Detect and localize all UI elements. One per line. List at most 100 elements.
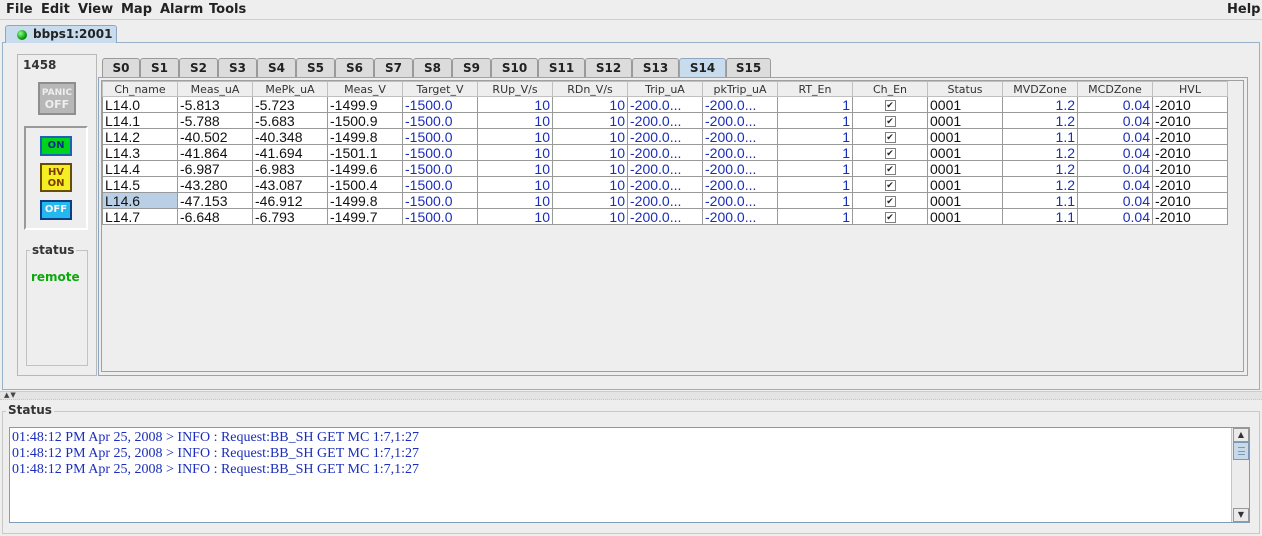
ch-en-cell[interactable]: ✔	[852, 176, 928, 193]
table-cell[interactable]: 0.04	[1077, 208, 1153, 225]
table-cell[interactable]: 0.04	[1077, 144, 1153, 161]
table-cell[interactable]: L14.7	[102, 208, 178, 225]
table-cell[interactable]: -41.864	[177, 144, 253, 161]
table-cell[interactable]: -6.987	[177, 160, 253, 177]
table-cell[interactable]: 10	[477, 96, 553, 113]
table-cell[interactable]: -2010	[1152, 96, 1228, 113]
table-row[interactable]: L14.2 -40.502 -40.348 -1499.8 -1500.0 10 10 -20…	[102, 128, 1228, 145]
column-header[interactable]: RUp_V/s	[477, 81, 553, 97]
table-cell[interactable]: -1499.6	[327, 160, 403, 177]
table-cell[interactable]: -200.0...	[627, 208, 703, 225]
table-row[interactable]: L14.5 -43.280 -43.087 -1500.4 -1500.0 10 10 -20…	[102, 176, 1228, 193]
table-row[interactable]: L14.0 -5.813 -5.723 -1499.9 -1500.0 10 10 -200.…	[102, 96, 1228, 113]
table-cell[interactable]: 0001	[927, 112, 1003, 129]
table-cell[interactable]: 0001	[927, 208, 1003, 225]
ch-en-checkbox[interactable]: ✔	[884, 148, 896, 160]
table-cell[interactable]: 1.2	[1002, 160, 1078, 177]
table-cell[interactable]: -2010	[1152, 208, 1228, 225]
table-cell[interactable]: 10	[477, 208, 553, 225]
status-log[interactable]: 01:48:12 PM Apr 25, 2008 > INFO : Reques…	[9, 427, 1250, 523]
column-header[interactable]: HVL	[1152, 81, 1228, 97]
table-cell[interactable]: 1.2	[1002, 112, 1078, 129]
table-cell[interactable]: 10	[552, 128, 628, 145]
table-cell[interactable]: 10	[477, 176, 553, 193]
table-cell[interactable]: 0.04	[1077, 192, 1153, 209]
table-cell[interactable]: -200.0...	[702, 96, 778, 113]
scroll-down-icon[interactable]: ▼	[1233, 508, 1249, 522]
table-cell[interactable]: -5.813	[177, 96, 253, 113]
column-header[interactable]: pkTrip_uA	[702, 81, 778, 97]
table-cell[interactable]: 0001	[927, 176, 1003, 193]
table-row[interactable]: L14.1 -5.788 -5.683 -1500.9 -1500.0 10 10 -200.…	[102, 112, 1228, 129]
menu-help[interactable]: Help	[1227, 2, 1260, 17]
table-cell[interactable]: -6.793	[252, 208, 328, 225]
table-cell[interactable]: 0.04	[1077, 96, 1153, 113]
table-cell[interactable]: -1500.0	[402, 112, 478, 129]
table-cell[interactable]: -200.0...	[702, 208, 778, 225]
tab-s12[interactable]: S12	[585, 58, 632, 77]
table-cell[interactable]: 1	[777, 144, 853, 161]
tab-s7[interactable]: S7	[374, 58, 413, 77]
off-button[interactable]: OFF	[40, 200, 72, 220]
table-cell[interactable]: 1	[777, 112, 853, 129]
table-cell[interactable]: 0001	[927, 192, 1003, 209]
table-cell[interactable]: -5.723	[252, 96, 328, 113]
table-cell[interactable]: 0001	[927, 160, 1003, 177]
table-cell[interactable]: 0.04	[1077, 112, 1153, 129]
table-cell[interactable]: 10	[552, 160, 628, 177]
table-cell[interactable]: -5.683	[252, 112, 328, 129]
table-cell[interactable]: -46.912	[252, 192, 328, 209]
table-cell[interactable]: 1	[777, 192, 853, 209]
column-header[interactable]: Target_V	[402, 81, 478, 97]
table-cell[interactable]: -41.694	[252, 144, 328, 161]
table-cell[interactable]: -1500.0	[402, 144, 478, 161]
table-cell[interactable]: -200.0...	[627, 128, 703, 145]
table-cell[interactable]: L14.6	[102, 192, 178, 209]
table-cell[interactable]: -200.0...	[627, 112, 703, 129]
column-header[interactable]: Ch_name	[102, 81, 178, 97]
column-header[interactable]: MVDZone	[1002, 81, 1078, 97]
ch-en-cell[interactable]: ✔	[852, 208, 928, 225]
ch-en-checkbox[interactable]: ✔	[884, 196, 896, 208]
ch-en-checkbox[interactable]: ✔	[884, 164, 896, 176]
table-cell[interactable]: -2010	[1152, 144, 1228, 161]
column-header[interactable]: Meas_uA	[177, 81, 253, 97]
table-cell[interactable]: -1499.8	[327, 128, 403, 145]
table-cell[interactable]: -2010	[1152, 176, 1228, 193]
column-header[interactable]: RDn_V/s	[552, 81, 628, 97]
table-cell[interactable]: 10	[477, 128, 553, 145]
column-header[interactable]: Trip_uA	[627, 81, 703, 97]
table-cell[interactable]: -1500.0	[402, 160, 478, 177]
table-cell[interactable]: -40.502	[177, 128, 253, 145]
tab-s3[interactable]: S3	[218, 58, 257, 77]
tab-s6[interactable]: S6	[335, 58, 374, 77]
table-row[interactable]: L14.6 -47.153 -46.912 -1499.8 -1500.0 10 10 -20…	[102, 192, 1228, 209]
table-cell[interactable]: -2010	[1152, 112, 1228, 129]
table-cell[interactable]: 10	[552, 96, 628, 113]
ch-en-checkbox[interactable]: ✔	[884, 100, 896, 112]
on-button[interactable]: ON	[40, 136, 72, 156]
column-header[interactable]: Status	[927, 81, 1003, 97]
table-cell[interactable]: L14.5	[102, 176, 178, 193]
table-cell[interactable]: 10	[552, 112, 628, 129]
table-cell[interactable]: -1501.1	[327, 144, 403, 161]
menu-edit[interactable]: Edit	[41, 2, 70, 17]
table-cell[interactable]: -200.0...	[627, 96, 703, 113]
table-cell[interactable]: -1500.0	[402, 176, 478, 193]
tab-s10[interactable]: S10	[491, 58, 538, 77]
tab-s11[interactable]: S11	[538, 58, 585, 77]
table-cell[interactable]: 1.2	[1002, 176, 1078, 193]
table-cell[interactable]: -40.348	[252, 128, 328, 145]
table-cell[interactable]: -200.0...	[702, 112, 778, 129]
column-header[interactable]: RT_En	[777, 81, 853, 97]
split-divider[interactable]: ▲▼	[0, 391, 1262, 400]
tab-s9[interactable]: S9	[452, 58, 491, 77]
split-arrows-icon[interactable]: ▲▼	[4, 392, 17, 399]
table-cell[interactable]: -1499.7	[327, 208, 403, 225]
table-cell[interactable]: -43.280	[177, 176, 253, 193]
table-cell[interactable]: L14.4	[102, 160, 178, 177]
ch-en-checkbox[interactable]: ✔	[884, 212, 896, 224]
table-cell[interactable]: 1.1	[1002, 192, 1078, 209]
ch-en-checkbox[interactable]: ✔	[884, 180, 896, 192]
table-cell[interactable]: -200.0...	[627, 192, 703, 209]
